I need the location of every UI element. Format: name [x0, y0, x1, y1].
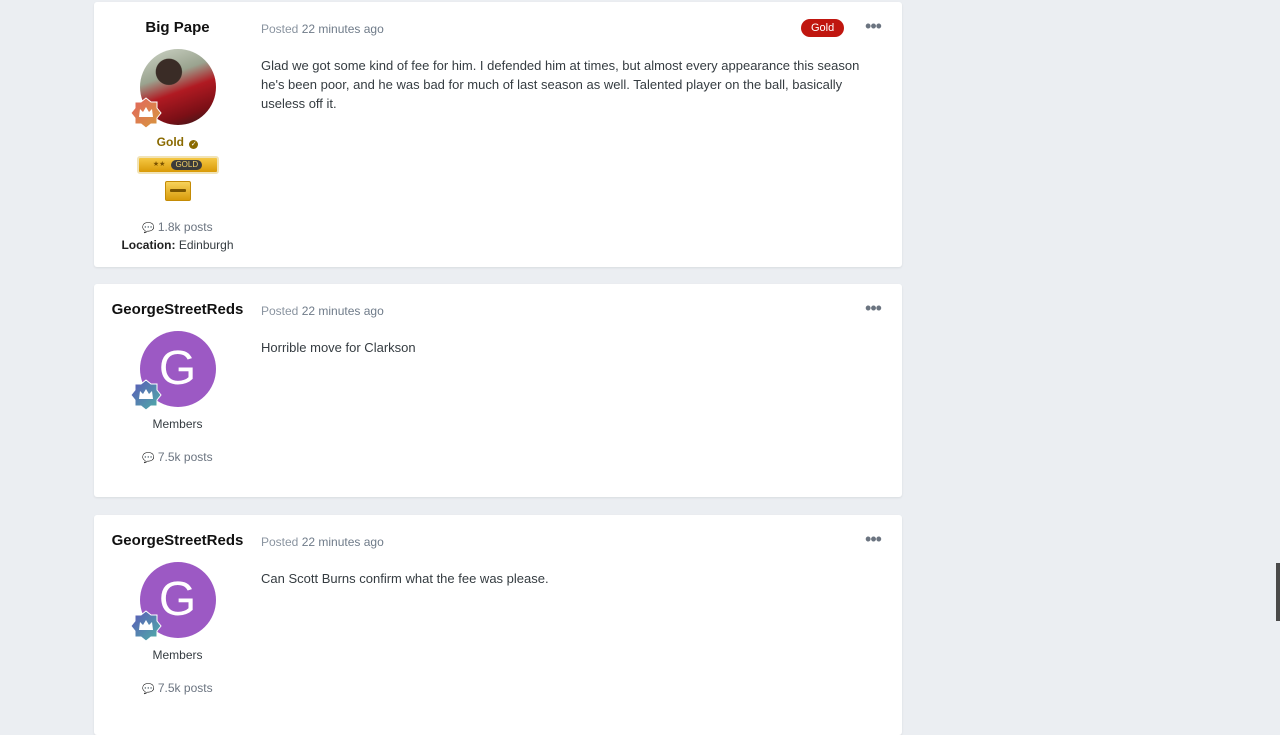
more-options-icon[interactable]: •••: [859, 299, 887, 319]
post-meta: Posted 22 minutes ago: [261, 304, 384, 318]
posted-label: Posted: [261, 304, 299, 318]
author-name[interactable]: Big Pape: [108, 19, 248, 37]
post-time[interactable]: 22 minutes ago: [302, 535, 384, 549]
avatar-container: G: [129, 331, 216, 411]
more-options-icon[interactable]: •••: [859, 530, 887, 550]
comment-icon: 💬: [142, 453, 155, 464]
post-time[interactable]: 22 minutes ago: [302, 22, 384, 36]
post-content: Horrible move for Clarkson: [261, 340, 416, 355]
member-group: Members: [152, 648, 203, 662]
gold-tag-badge: Gold: [801, 19, 845, 37]
posted-label: Posted: [261, 535, 299, 549]
post-content: Can Scott Burns confirm what the fee was…: [261, 571, 549, 586]
avatar-container: [129, 49, 216, 129]
location-line: Location: Edinburgh: [94, 238, 261, 252]
post-content: Glad we got some kind of fee for him. I …: [261, 58, 860, 111]
author-name[interactable]: GeorgeStreetReds: [108, 301, 248, 319]
post-author-panel: GeorgeStreetReds G Members 💬 7.5k posts: [94, 515, 261, 695]
post-author-panel: GeorgeStreetReds G Members 💬 7.5k posts: [94, 284, 261, 464]
post-meta: Posted 22 minutes ago: [261, 22, 384, 36]
location-label: Location:: [121, 238, 176, 252]
more-options-icon[interactable]: •••: [859, 17, 887, 37]
scrollbar-thumb[interactable]: [1276, 563, 1280, 621]
post-card: Big Pape Gold ✓ ★★ GOLD 💬 1.8k posts Loca…: [94, 2, 902, 267]
comment-icon: 💬: [142, 223, 155, 234]
member-group: Gold ✓: [94, 135, 261, 149]
post-author-panel: Big Pape Gold ✓ ★★ GOLD 💬 1.8k posts Loca…: [94, 2, 261, 252]
post-count: 💬 1.8k posts: [94, 220, 261, 234]
posted-label: Posted: [261, 22, 299, 36]
post-count: 💬 7.5k posts: [94, 681, 261, 695]
post-card: GeorgeStreetReds G Members 💬 7.5k posts P…: [94, 284, 902, 497]
post-count-label: 7.5k posts: [157, 681, 213, 695]
post-count-label: 7.5k posts: [157, 450, 213, 464]
post-count: 💬 7.5k posts: [94, 450, 261, 464]
member-group: Members: [152, 417, 203, 431]
post-card: GeorgeStreetReds G Members 💬 7.5k posts P…: [94, 515, 902, 735]
gold-rank-image: ★★ GOLD: [136, 156, 219, 174]
location-value: Edinburgh: [178, 238, 234, 252]
author-name[interactable]: GeorgeStreetReds: [108, 532, 248, 550]
post-count-label: 1.8k posts: [157, 220, 213, 234]
gold-card-icon: [164, 181, 191, 201]
crown-rank-icon: [129, 97, 162, 129]
check-icon: ✓: [189, 140, 199, 149]
crown-rank-icon: [129, 610, 162, 642]
post-meta: Posted 22 minutes ago: [261, 535, 384, 549]
post-time[interactable]: 22 minutes ago: [302, 304, 384, 318]
gold-rank-label: GOLD: [171, 160, 203, 170]
comment-icon: 💬: [142, 684, 155, 695]
avatar-container: G: [129, 562, 216, 642]
crown-rank-icon: [129, 379, 162, 411]
member-group-label: Gold: [156, 135, 184, 149]
